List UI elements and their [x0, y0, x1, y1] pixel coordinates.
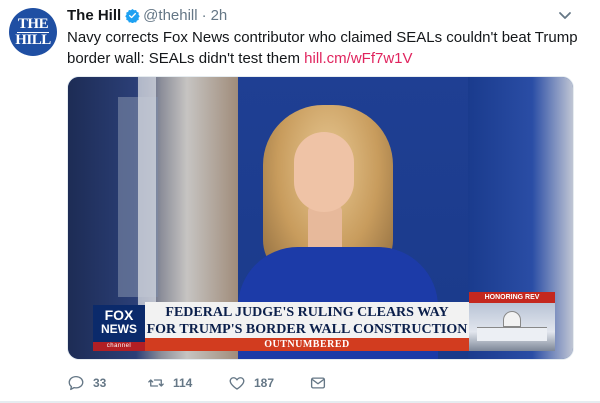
- reply-count: 33: [93, 376, 107, 390]
- media-background-pillar: [138, 77, 156, 307]
- header-separator: ·: [201, 7, 207, 24]
- network-logo-top: FOX: [104, 307, 134, 323]
- avatar[interactable]: THE HILL: [9, 8, 57, 56]
- tweet-link[interactable]: hill.cm/wFf7w1V: [304, 50, 412, 67]
- like-count: 187: [254, 376, 275, 390]
- reply-icon: [68, 375, 84, 391]
- retweet-icon: [148, 379, 164, 387]
- tweet-timestamp[interactable]: 2h: [211, 7, 228, 24]
- reply-button[interactable]: 33: [67, 374, 106, 392]
- show-name-bar: OUTNUMBERED: [145, 338, 469, 351]
- verified-badge-icon: [125, 8, 140, 23]
- direct-message-icon: [310, 377, 326, 389]
- network-logo: FOX NEWS channel: [93, 305, 145, 351]
- capitol-base: [477, 327, 547, 341]
- tweet-header: The Hill @thehill · 2h: [67, 7, 227, 24]
- user-handle[interactable]: @thehill: [143, 7, 197, 24]
- avatar-text-top: THE: [17, 15, 49, 32]
- like-icon: [229, 377, 245, 390]
- tweet-text: Navy corrects Fox News contributor who c…: [67, 27, 582, 69]
- network-logo-bottom: channel: [93, 342, 145, 351]
- avatar-text-bottom: HILL: [15, 31, 51, 48]
- capitol-dome: [503, 311, 521, 327]
- side-banner: HONORING REV GRAHAM: [469, 292, 555, 312]
- person-neck: [308, 205, 342, 253]
- tweet-card[interactable]: THE HILL The Hill @thehill · 2h Navy cor…: [0, 0, 600, 403]
- like-button[interactable]: 187: [228, 374, 274, 392]
- person-face: [294, 132, 354, 212]
- display-name[interactable]: The Hill: [67, 7, 121, 24]
- retweet-button[interactable]: 114: [147, 374, 192, 392]
- headline-line-1: FEDERAL JUDGE'S RULING CLEARS WAY: [165, 305, 449, 320]
- tweet-media-image[interactable]: FOX NEWS channel FEDERAL JUDGE'S RULING …: [67, 76, 574, 360]
- news-headline-banner: FEDERAL JUDGE'S RULING CLEARS WAY FOR TR…: [145, 302, 469, 338]
- headline-line-2: FOR TRUMP'S BORDER WALL CONSTRUCTION: [146, 322, 468, 337]
- network-logo-mid: NEWS: [101, 322, 137, 336]
- retweet-count: 114: [173, 376, 193, 390]
- chevron-down-icon[interactable]: [558, 11, 572, 21]
- direct-message-button[interactable]: [309, 374, 327, 392]
- capitol-inset-image: [469, 303, 555, 351]
